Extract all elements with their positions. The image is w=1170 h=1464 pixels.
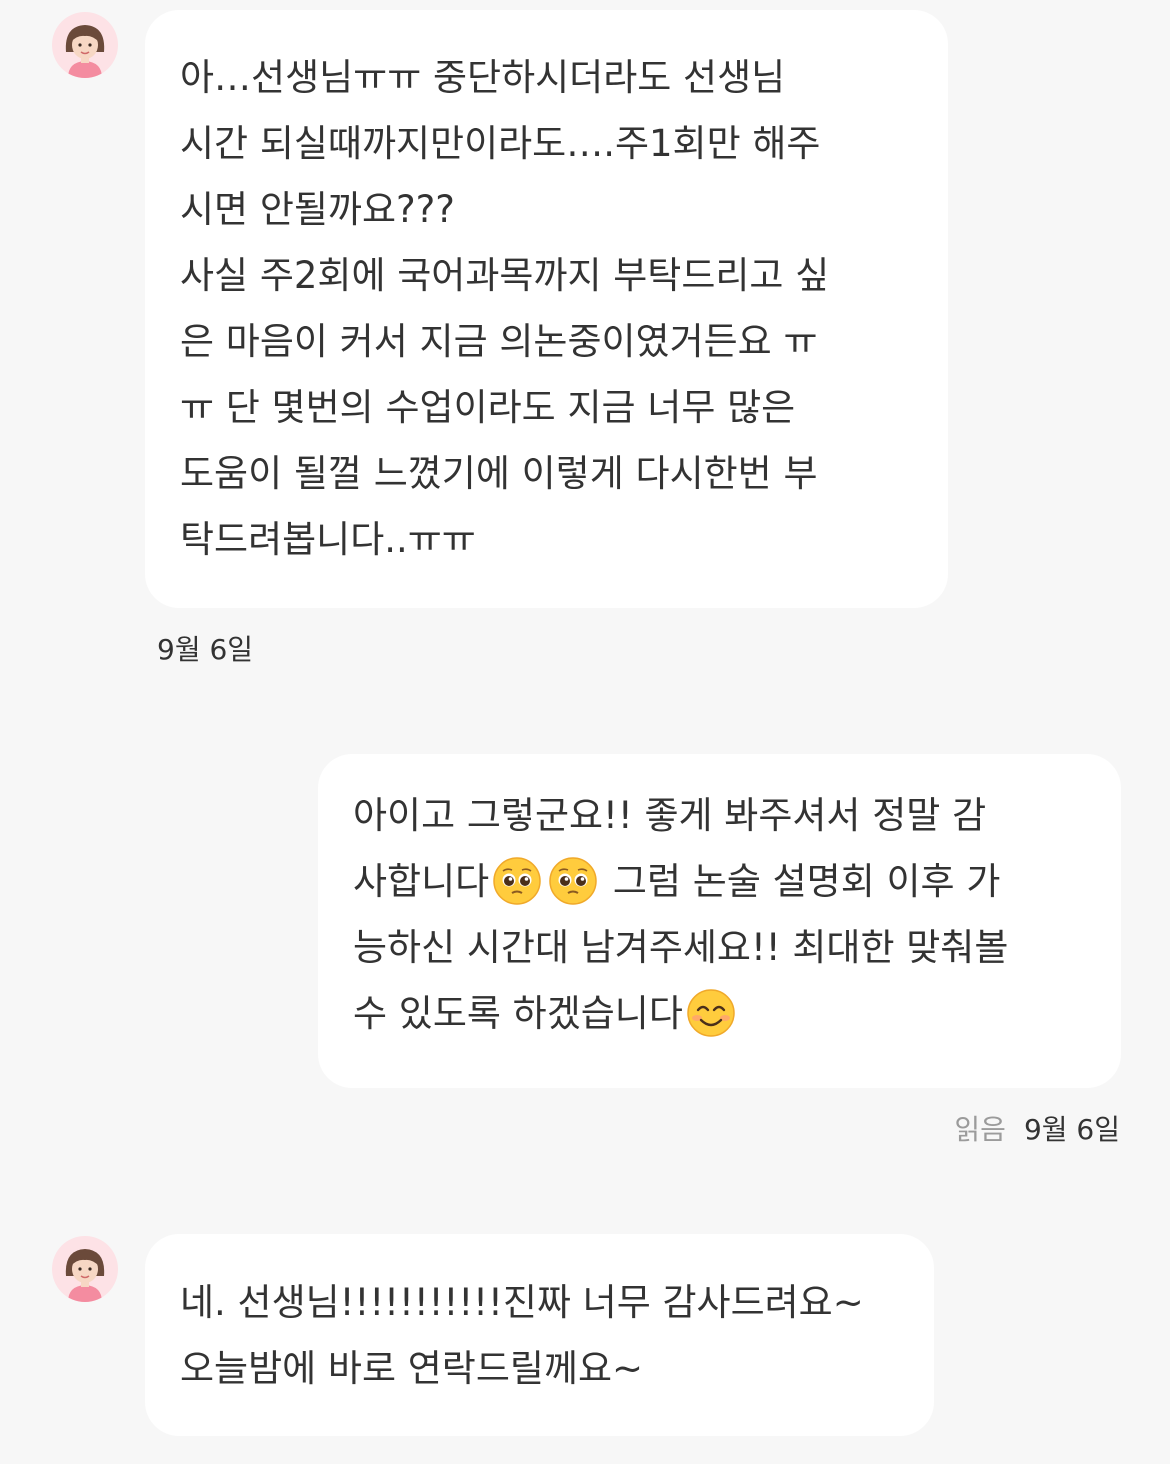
message-text-line: 시간 되실때까지만이라도….주1회만 해주: [180, 122, 821, 165]
received-message-bubble[interactable]: 네. 선생님!!!!!!!!!!!진짜 너무 감사드려요~ 오늘밤에 바로 연락…: [145, 1234, 934, 1436]
message-text-line: 은 마음이 커서 지금 의논중이였거든요 ㅠ: [180, 320, 818, 363]
message-text-line: 사실 주2회에 국어과목까지 부탁드리고 싶: [180, 254, 830, 297]
read-receipt-label: 읽음: [954, 1113, 1006, 1146]
pleading-face-emoji-icon: [493, 856, 541, 905]
message-text-line: 네. 선생님!!!!!!!!!!!진짜 너무 감사드려요~: [180, 1281, 864, 1324]
received-message-bubble[interactable]: 아…선생님ㅠㅠ 중단하시더라도 선생님 시간 되실때까지만이라도….주1회만 해…: [145, 10, 948, 608]
message-text-line: 수 있도록 하겠습니다: [353, 981, 1101, 1047]
message-text-line: 아이고 그렇군요!! 좋게 봐주셔서 정말 감: [353, 794, 987, 837]
message-text-line: 사합니다 그럼 논술 설명회 이후 가: [353, 849, 1101, 915]
teacher-avatar-icon: [65, 25, 105, 78]
message-text-line: 오늘밤에 바로 연락드릴께요~: [180, 1347, 644, 1390]
message-text-line: 아…선생님ㅠㅠ 중단하시더라도 선생님: [180, 56, 786, 99]
message-timestamp: 9월 6일: [157, 633, 254, 666]
message-text-line: 도움이 될껄 느꼈기에 이렇게 다시한번 부: [180, 452, 818, 495]
smiling-face-emoji-icon: [687, 988, 735, 1037]
teacher-avatar-icon: [65, 1249, 105, 1302]
message-timestamp: 9월 6일: [1023, 1113, 1120, 1146]
message-status-row: 읽음 9월 6일: [954, 1108, 1120, 1148]
sender-avatar[interactable]: [52, 1236, 118, 1302]
message-text-line: 능하신 시간대 남겨주세요!! 최대한 맞춰볼: [353, 926, 1009, 969]
message-text-line: 시면 안될까요???: [180, 188, 455, 231]
sent-message-bubble[interactable]: 아이고 그렇군요!! 좋게 봐주셔서 정말 감 사합니다 그럼 논술 설명회 이…: [318, 754, 1121, 1088]
message-text-line: 탁드려봅니다..ㅠㅠ: [180, 518, 476, 561]
sender-avatar[interactable]: [52, 12, 118, 78]
pleading-face-emoji-icon: [549, 856, 597, 905]
message-text-line: ㅠ 단 몇번의 수업이라도 지금 너무 많은: [180, 386, 796, 429]
